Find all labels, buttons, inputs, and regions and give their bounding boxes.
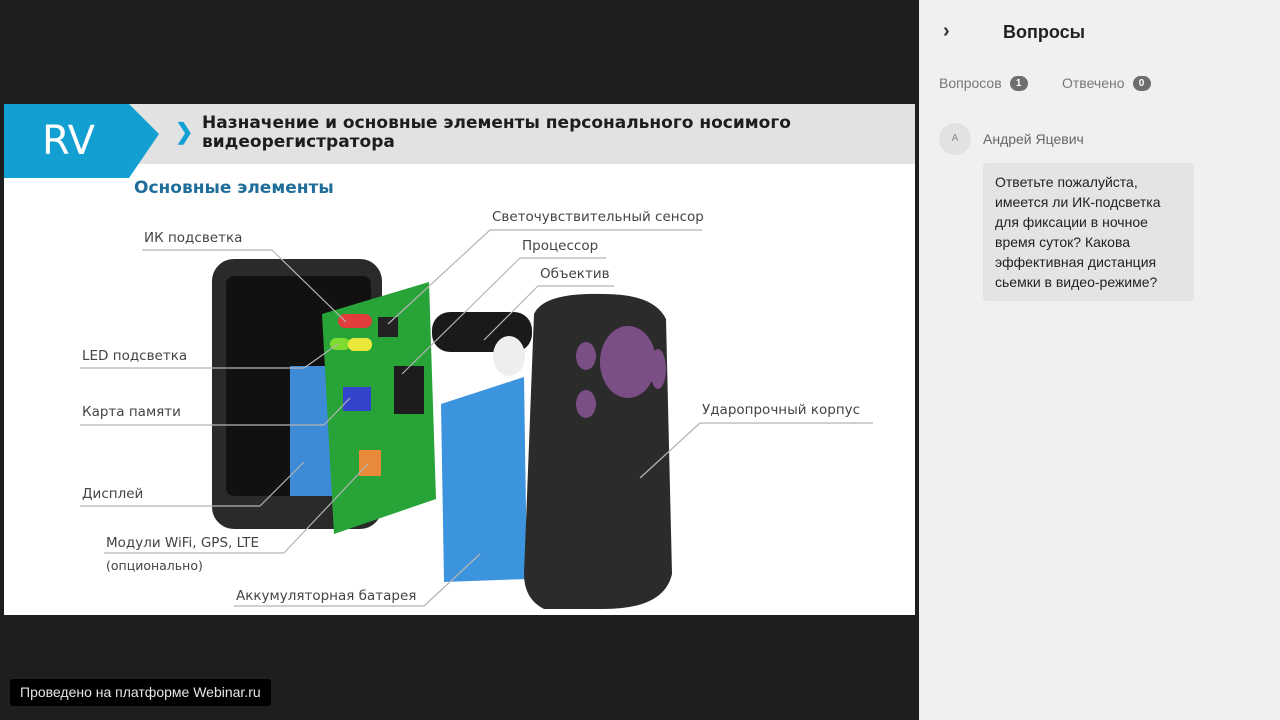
wifi-module	[359, 450, 381, 476]
presentation-slide: RV ❯ Назначение и основные элементы перс…	[4, 104, 915, 615]
question-author: Андрей Яцевич	[983, 131, 1084, 147]
label-case: Ударопрочный корпус	[702, 402, 861, 418]
platform-footer[interactable]: Проведено на платформе Webinar.ru	[10, 679, 271, 706]
panel-title: Вопросы	[1003, 22, 1086, 42]
label-display: Дисплей	[82, 486, 144, 502]
sensor-chip	[378, 317, 398, 337]
label-led: LED подсветка	[82, 348, 188, 364]
label-battery: Аккумуляторная батарея	[236, 588, 417, 604]
memory-card	[343, 387, 371, 411]
processor-chip	[394, 366, 424, 414]
video-stage: RV ❯ Назначение и основные элементы перс…	[0, 0, 919, 720]
count-badge: 1	[1009, 75, 1028, 91]
label-processor: Процессор	[522, 238, 599, 254]
battery	[441, 377, 527, 582]
ir-led	[338, 314, 372, 328]
label-ir: ИК подсветка	[144, 230, 243, 246]
tab-label: Отвечено	[1062, 75, 1125, 91]
label-modules: Модули WiFi, GPS, LTE	[106, 535, 260, 551]
label-sensor: Светочувствительный сенсор	[492, 209, 704, 225]
tab-answered[interactable]: Отвечено 0	[1062, 75, 1151, 91]
tab-questions[interactable]: Вопросов 1	[939, 75, 1028, 91]
count-badge: 0	[1132, 75, 1151, 91]
collapse-chevron-icon[interactable]: ›	[943, 20, 950, 43]
questions-panel: › Вопросы Вопросов 1 Отвечено 0 А Андрей…	[919, 0, 1280, 720]
led-light	[348, 338, 372, 351]
avatar: А	[939, 123, 971, 155]
label-lens: Объектив	[540, 266, 610, 282]
label-optional: (опционально)	[106, 558, 203, 573]
tab-label: Вопросов	[939, 75, 1002, 91]
question-text: Ответьте пожалуйста, имеется ли ИК-подсв…	[983, 163, 1194, 301]
label-memory: Карта памяти	[82, 404, 181, 420]
